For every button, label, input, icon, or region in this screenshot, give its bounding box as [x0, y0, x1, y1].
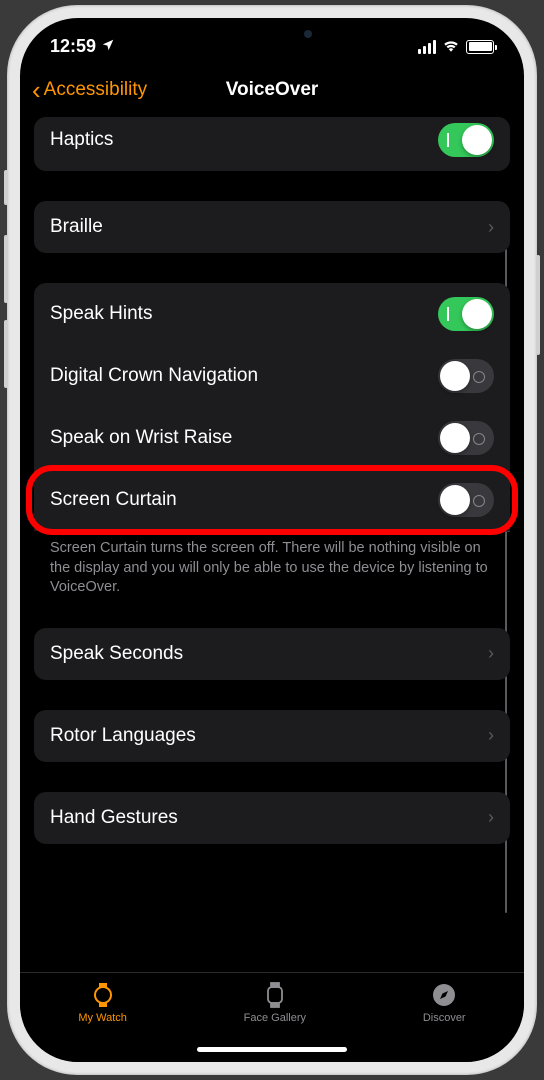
volume-up-button: [4, 235, 8, 303]
face-gallery-icon: [261, 981, 289, 1009]
silent-switch: [4, 170, 8, 205]
row-label: Digital Crown Navigation: [50, 365, 258, 387]
page-title: VoiceOver: [226, 79, 319, 101]
chevron-right-icon: ›: [488, 643, 494, 664]
content-area: Haptics Braille › Speak Hints Digital Cr…: [20, 117, 524, 874]
tab-label: Face Gallery: [244, 1012, 306, 1024]
row-label: Speak Hints: [50, 303, 152, 325]
speak-hints-switch[interactable]: [438, 297, 494, 331]
tab-discover[interactable]: Discover: [423, 981, 466, 1024]
row-speak-hints[interactable]: Speak Hints: [34, 283, 510, 345]
screen: 12:59 ‹ Accessibility: [20, 18, 524, 1062]
tab-label: Discover: [423, 1012, 466, 1024]
row-speak-seconds[interactable]: Speak Seconds ›: [34, 628, 510, 680]
digital-crown-switch[interactable]: [438, 359, 494, 393]
row-hand-gestures[interactable]: Hand Gestures ›: [34, 792, 510, 844]
power-button: [536, 255, 540, 355]
notch: [167, 18, 377, 50]
row-speak-on-wrist-raise[interactable]: Speak on Wrist Raise: [34, 407, 510, 469]
home-indicator[interactable]: [197, 1047, 347, 1052]
row-label: Screen Curtain: [50, 489, 177, 511]
screen-curtain-switch[interactable]: [438, 483, 494, 517]
row-rotor-languages[interactable]: Rotor Languages ›: [34, 710, 510, 762]
chevron-right-icon: ›: [488, 217, 494, 238]
screen-curtain-footer: Screen Curtain turns the screen off. The…: [34, 531, 510, 598]
chevron-right-icon: ›: [488, 725, 494, 746]
wifi-icon: [442, 36, 460, 57]
wrist-raise-switch[interactable]: [438, 421, 494, 455]
cellular-icon: [418, 40, 436, 54]
battery-icon: [466, 40, 494, 54]
location-icon: [101, 36, 115, 57]
row-label: Speak on Wrist Raise: [50, 427, 232, 449]
tab-label: My Watch: [78, 1012, 127, 1024]
row-braille[interactable]: Braille ›: [34, 201, 510, 253]
phone-frame: 12:59 ‹ Accessibility: [7, 5, 537, 1075]
row-screen-curtain[interactable]: Screen Curtain: [34, 469, 510, 531]
tab-my-watch[interactable]: My Watch: [78, 981, 127, 1024]
haptics-switch[interactable]: [438, 123, 494, 157]
tab-face-gallery[interactable]: Face Gallery: [244, 981, 306, 1024]
chevron-left-icon: ‹: [32, 77, 41, 103]
back-label: Accessibility: [44, 79, 147, 101]
compass-icon: [430, 981, 458, 1009]
back-button[interactable]: ‹ Accessibility: [32, 77, 147, 103]
row-label: Rotor Languages: [50, 725, 196, 747]
row-label: Haptics: [50, 129, 113, 151]
row-label: Braille: [50, 216, 103, 238]
chevron-right-icon: ›: [488, 807, 494, 828]
row-haptics[interactable]: Haptics: [34, 117, 510, 171]
row-label: Speak Seconds: [50, 643, 183, 665]
volume-down-button: [4, 320, 8, 388]
row-digital-crown-navigation[interactable]: Digital Crown Navigation: [34, 345, 510, 407]
watch-icon: [89, 981, 117, 1009]
status-time: 12:59: [50, 36, 96, 57]
row-label: Hand Gestures: [50, 807, 178, 829]
navigation-bar: ‹ Accessibility VoiceOver: [20, 67, 524, 117]
